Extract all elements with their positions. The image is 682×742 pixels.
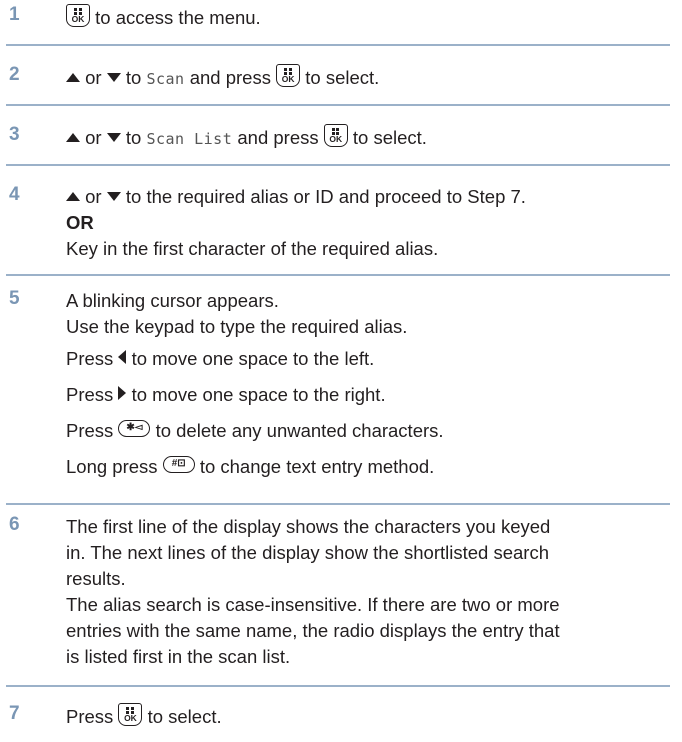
step-text: in. The next lines of the display show t… [66,542,549,563]
divider [6,44,670,46]
menu-item-scan: Scan [146,70,185,88]
up-arrow-icon [66,192,80,201]
menu-item-scan-list: Scan List [146,130,233,148]
step-number: 5 [9,288,20,309]
step-number: 3 [9,124,20,145]
menu-ok-key-icon: OK [118,703,143,726]
divider [6,104,670,106]
star-delete-key-icon: ✱◅ [118,420,151,437]
down-arrow-icon [106,192,121,201]
step-text: to access the menu. [95,7,261,28]
menu-ok-key-icon: OK [323,124,348,147]
step-text: The first line of the display shows the … [66,516,551,537]
step-text: A blinking cursor appears. [66,290,279,311]
down-arrow-icon [106,133,121,142]
step-text: The alias search is case-insensitive. If… [66,594,560,615]
step-number: 1 [9,4,20,25]
step-text: results. [66,568,126,589]
step-text: entries with the same name, the radio di… [66,620,560,641]
step-text: Use the keypad to type the required alia… [66,316,408,337]
menu-ok-key-icon: OK [276,64,301,87]
step-1: 1 OK to access the menu. [0,4,682,30]
up-arrow-icon [66,133,80,142]
step-number: 7 [9,703,20,724]
menu-ok-key-icon: OK [66,4,90,27]
divider [6,164,670,166]
step-6: 6 The first line of the display shows th… [0,514,682,670]
step-number: 4 [9,184,20,205]
step-number: 2 [9,64,20,85]
up-arrow-icon [66,73,80,82]
down-arrow-icon [106,73,121,82]
hash-key-icon: #⊡ [162,456,195,473]
step-3: 3 or to Scan List and press OK to select… [9,124,427,148]
step-number: 6 [9,514,20,535]
step-7: 7 Press OK to select. [9,703,222,727]
divider [6,274,670,276]
step-text: is listed first in the scan list. [66,646,291,667]
step-5: 5 A blinking cursor appears. Use the key… [0,288,682,480]
step-text: Key in the first character of the requir… [66,238,439,259]
or-label: OR [66,212,94,233]
step-2: 2 or to Scan and press OK to select. [9,64,380,88]
step-4: 4 or to the required alias or ID and pro… [0,184,682,262]
right-arrow-icon [118,386,127,400]
left-arrow-icon [118,350,127,364]
divider [6,503,670,505]
divider [6,685,670,687]
